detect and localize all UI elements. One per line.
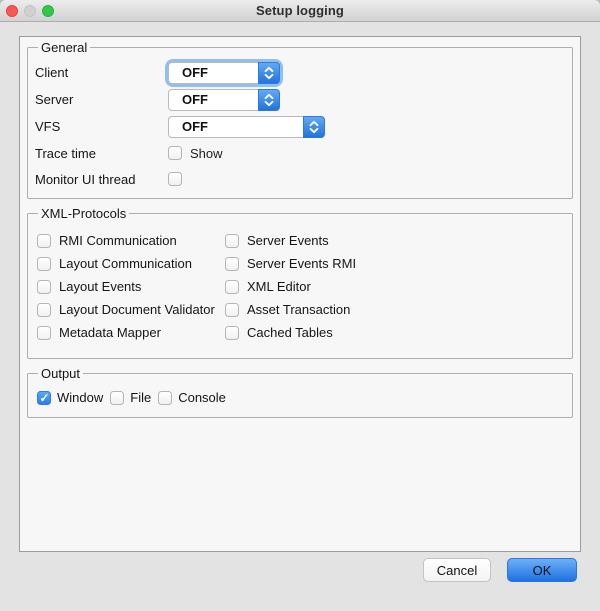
server-dropdown-value: OFF [168,89,258,111]
xml-protocols-group: XML-Protocols RMI Communication Server Ev… [27,206,573,359]
window-title: Setup logging [0,0,600,22]
general-legend: General [38,40,90,55]
title-bar[interactable]: Setup logging [0,0,600,22]
client-dropdown-value: OFF [168,62,258,84]
server-dropdown[interactable]: OFF [168,89,280,111]
output-file-label: File [130,390,151,405]
xml-protocol-label: Layout Document Validator [59,302,215,317]
xml-protocol-label: Asset Transaction [247,302,350,317]
vfs-dropdown[interactable]: OFF [168,116,325,138]
window-controls [6,5,54,17]
xml-protocol-option: Asset Transaction [225,298,572,321]
xml-protocol-label: Server Events [247,233,329,248]
xml-protocol-option: Layout Events [37,275,225,298]
stepper-icon [303,116,325,138]
xml-protocol-checkbox[interactable] [37,326,51,340]
xml-protocol-checkbox[interactable] [37,303,51,317]
server-row: Server OFF [35,86,572,113]
trace-time-label: Trace time [35,146,168,161]
stepper-icon [258,62,280,84]
content-panel: General Client OFF Server OFF [19,36,581,552]
monitor-ui-thread-label: Monitor UI thread [35,172,168,187]
vfs-dropdown-value: OFF [168,116,303,138]
monitor-ui-thread-row: Monitor UI thread [35,166,572,192]
xml-protocol-checkbox[interactable] [37,257,51,271]
monitor-ui-thread-checkbox[interactable] [168,172,182,186]
close-button[interactable] [6,5,18,17]
xml-protocol-option: Layout Communication [37,252,225,275]
xml-protocol-label: Layout Communication [59,256,192,271]
xml-protocol-checkbox[interactable] [37,280,51,294]
xml-protocol-checkbox[interactable] [225,280,239,294]
output-file-option: File [110,386,151,409]
cancel-button[interactable]: Cancel [423,558,491,582]
button-bar: Cancel OK [423,558,577,582]
xml-protocol-checkbox[interactable] [37,234,51,248]
xml-protocol-option: Server Events [225,229,572,252]
client-row: Client OFF [35,59,572,86]
xml-protocols-grid: RMI Communication Server Events Layout Com… [35,225,572,350]
xml-protocol-label: XML Editor [247,279,311,294]
xml-protocol-option: RMI Communication [37,229,225,252]
output-window-option: Window [37,386,103,409]
xml-protocol-option: Server Events RMI [225,252,572,275]
output-file-checkbox[interactable] [110,391,124,405]
xml-protocol-option: XML Editor [225,275,572,298]
vfs-row: VFS OFF [35,113,572,140]
xml-protocol-checkbox[interactable] [225,303,239,317]
vfs-label: VFS [35,119,168,134]
trace-time-checkbox-label: Show [190,146,223,161]
output-console-checkbox[interactable] [158,391,172,405]
output-legend: Output [38,366,83,381]
xml-protocol-option: Layout Document Validator [37,298,225,321]
minimize-button [24,5,36,17]
xml-protocol-label: Server Events RMI [247,256,356,271]
trace-time-checkbox[interactable] [168,146,182,160]
xml-protocol-option: Cached Tables [225,321,572,344]
xml-protocol-label: Metadata Mapper [59,325,161,340]
xml-protocols-legend: XML-Protocols [38,206,129,221]
general-group: General Client OFF Server OFF [27,40,573,199]
zoom-button[interactable] [42,5,54,17]
client-dropdown[interactable]: OFF [168,62,280,84]
server-label: Server [35,92,168,107]
trace-time-row: Trace time Show [35,140,572,166]
ok-button[interactable]: OK [507,558,577,582]
xml-protocol-checkbox[interactable] [225,234,239,248]
output-options: Window File Console [35,385,572,409]
xml-protocol-option: Metadata Mapper [37,321,225,344]
output-console-option: Console [158,386,226,409]
xml-protocol-label: RMI Communication [59,233,177,248]
xml-protocol-checkbox[interactable] [225,326,239,340]
stepper-icon [258,89,280,111]
xml-protocol-label: Cached Tables [247,325,333,340]
xml-protocol-checkbox[interactable] [225,257,239,271]
output-window-label: Window [57,390,103,405]
client-label: Client [35,65,168,80]
output-group: Output Window File Console [27,366,573,418]
dialog-window: Setup logging General Client OFF Server … [0,0,600,611]
xml-protocol-label: Layout Events [59,279,141,294]
output-console-label: Console [178,390,226,405]
output-window-checkbox[interactable] [37,391,51,405]
